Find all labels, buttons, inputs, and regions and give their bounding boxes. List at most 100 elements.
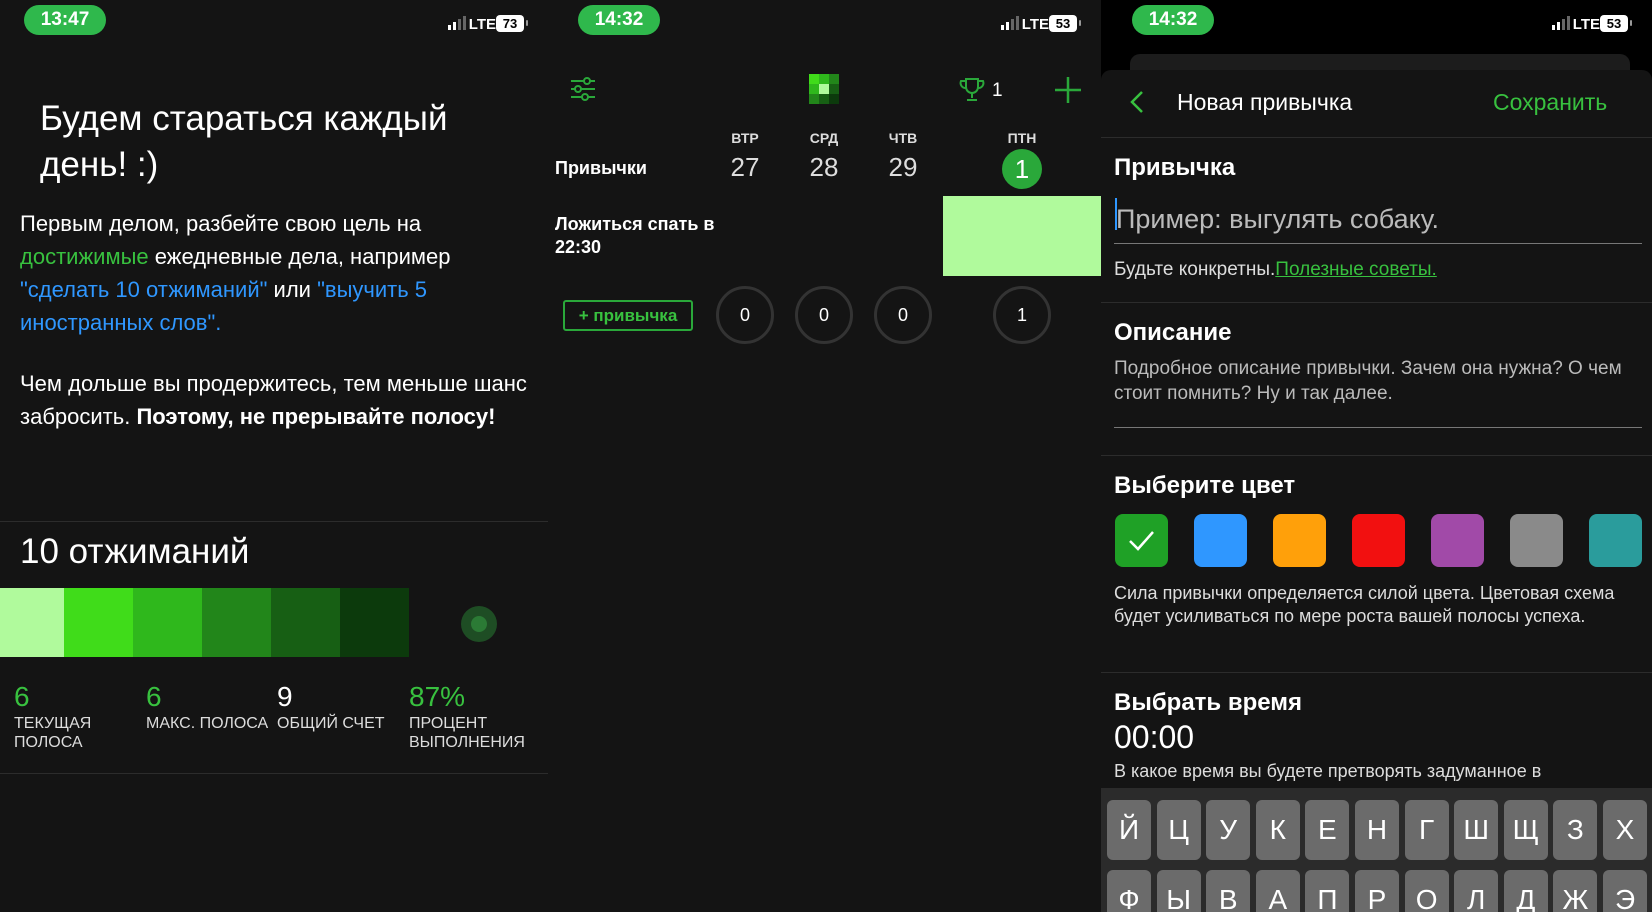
tips-link[interactable]: Полезные советы. [1275, 259, 1436, 280]
screen-title: Новая привычка [1177, 89, 1353, 115]
stat-block: 6 Макс. полоса [146, 680, 276, 733]
achievable-link[interactable]: достижимые [20, 244, 149, 269]
divider [1101, 137, 1652, 138]
stat-value: 9 [277, 681, 293, 712]
key[interactable]: К [1255, 800, 1300, 860]
color-swatch[interactable] [1431, 514, 1484, 567]
stat-value: 87% [409, 681, 466, 712]
save-button[interactable]: Сохранить [1493, 89, 1607, 116]
stat-label: Макс. полоса [146, 715, 269, 732]
divider [1101, 455, 1652, 456]
back-chevron-icon[interactable] [1130, 90, 1144, 119]
key[interactable]: Г [1404, 800, 1449, 860]
streak-segment [340, 588, 409, 657]
habit-cell-today[interactable] [943, 196, 1101, 276]
stat-block: 6 Текущая полоса [14, 680, 144, 752]
streak-segment [202, 588, 271, 657]
streak-segment [271, 588, 340, 657]
divider [1101, 302, 1652, 303]
key[interactable]: Э [1603, 870, 1647, 912]
habits-header: Привычки [555, 158, 647, 178]
onboarding-paragraph-2: Чем дольше вы продержитесь, тем меньше ш… [20, 371, 527, 429]
key[interactable]: Ж [1553, 870, 1598, 912]
key[interactable]: Й [1107, 800, 1151, 860]
color-swatch-selected[interactable] [1115, 514, 1168, 567]
stat-label: Общий счет [277, 715, 385, 732]
signal-icon [448, 16, 466, 30]
color-swatch[interactable] [1510, 514, 1563, 567]
description-input[interactable] [1114, 356, 1642, 428]
stat-label: Текущая полоса [14, 715, 92, 751]
battery-icon: 53 [1600, 15, 1632, 32]
day-column[interactable]: ЧТВ 29 [863, 130, 943, 183]
color-swatch[interactable] [1352, 514, 1405, 567]
status-time: 14:32 [1132, 5, 1214, 35]
key[interactable]: Ш [1454, 800, 1499, 860]
add-habit-icon[interactable] [1054, 76, 1082, 109]
color-swatch[interactable] [1273, 514, 1326, 567]
battery-icon: 73 [496, 15, 528, 32]
key[interactable]: З [1553, 800, 1598, 860]
divider [0, 773, 548, 774]
text-caret [1115, 198, 1117, 230]
today-date: 1 [1002, 149, 1042, 189]
key[interactable]: У [1206, 800, 1251, 860]
key[interactable]: Л [1454, 870, 1499, 912]
status-time: 14:32 [578, 5, 660, 35]
network-label: LTE [1572, 16, 1600, 33]
onboarding-heading: Будем стараться каждый день! :) [40, 99, 448, 184]
stat-block: 9 Общий счет [277, 680, 407, 733]
key[interactable]: Щ [1503, 800, 1548, 860]
key[interactable]: Н [1355, 800, 1399, 860]
color-section-title: Выберите цвет [1114, 472, 1296, 499]
checkmark-icon [1128, 528, 1155, 556]
count-circle[interactable]: 0 [795, 286, 853, 344]
network-label: LTE [1021, 16, 1049, 33]
key[interactable]: Е [1305, 800, 1350, 860]
count-circle[interactable]: 1 [993, 286, 1051, 344]
filter-icon[interactable] [570, 76, 596, 107]
add-habit-button[interactable]: + привычка [563, 300, 693, 331]
app-logo-icon [809, 74, 839, 104]
key[interactable]: Ф [1107, 870, 1151, 912]
example-1: "сделать 10 отжиманий" [20, 277, 268, 302]
onboarding-screen: 13:47 LTE 73 Будем стараться каждый день… [0, 0, 548, 912]
stat-value: 6 [14, 681, 30, 712]
habit-hint: Будьте конкретны.Полезные советы. [1114, 259, 1437, 280]
key[interactable]: Д [1503, 870, 1548, 912]
key[interactable]: Ы [1156, 870, 1201, 912]
onboarding-paragraph-1: Первым делом, разбейте свою цель на дост… [20, 211, 451, 335]
key[interactable]: Х [1603, 800, 1647, 860]
color-swatch[interactable] [1589, 514, 1642, 567]
day-column[interactable]: ВТР 27 [705, 130, 785, 183]
habit-status-dot[interactable] [461, 606, 497, 642]
time-picker-value[interactable]: 00:00 [1114, 719, 1194, 756]
key[interactable]: О [1404, 870, 1449, 912]
habit-row-label[interactable]: Ложиться спать в 22:30 [555, 213, 715, 259]
habit-section-title: Привычка [1114, 154, 1236, 181]
time-section-title: Выбрать время [1114, 689, 1303, 716]
key[interactable]: В [1206, 870, 1251, 912]
signal-icon [1552, 16, 1570, 30]
key[interactable]: П [1305, 870, 1350, 912]
color-swatch[interactable] [1194, 514, 1247, 567]
key[interactable]: Р [1355, 870, 1399, 912]
key[interactable]: А [1255, 870, 1300, 912]
day-column-today[interactable]: ПТН 1 [982, 130, 1062, 189]
habit-name-input[interactable] [1114, 196, 1642, 244]
count-circle[interactable]: 0 [716, 286, 774, 344]
day-column[interactable]: СРД 28 [784, 130, 864, 183]
count-circle[interactable]: 0 [874, 286, 932, 344]
stat-value: 6 [146, 681, 162, 712]
description-section-title: Описание [1114, 319, 1232, 346]
key[interactable]: Ц [1156, 800, 1201, 860]
status-bar: 14:32 LTE 53 [1101, 0, 1652, 44]
status-bar: 14:32 LTE 53 [548, 0, 1101, 44]
streak-segment [133, 588, 202, 657]
divider [1101, 672, 1652, 673]
time-note: В какое время вы будете претворять задум… [1114, 761, 1542, 781]
stat-label: Процент выполнения [409, 715, 525, 751]
trophy-icon[interactable] [958, 76, 986, 109]
divider [0, 521, 548, 522]
status-bar: 13:47 LTE 73 [0, 0, 548, 44]
